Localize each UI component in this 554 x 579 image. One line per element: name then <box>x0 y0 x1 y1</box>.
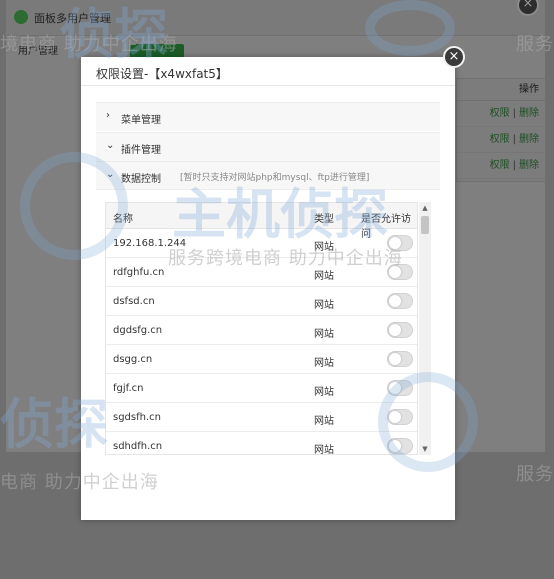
delete-link[interactable]: 删除 <box>519 108 539 119</box>
site-name: dsfsd.cn <box>113 296 155 307</box>
section-label: 数据控制 <box>121 174 161 185</box>
dialog-close-icon[interactable]: × <box>443 46 465 68</box>
table-scrollbar[interactable]: ▲ ▼ <box>419 202 431 455</box>
table-row: fgjf.cn 网站 <box>106 374 417 403</box>
allow-access-toggle[interactable] <box>387 351 413 367</box>
panel-logo-icon <box>14 10 28 24</box>
section-label: 插件管理 <box>121 145 161 156</box>
section-label: 菜单管理 <box>121 115 161 126</box>
column-header-type: 类型 <box>314 214 334 225</box>
permission-settings-dialog: 权限设置-【x4wxfat5】 › 菜单管理 ⌄ 插件管理 ⌄ 数据控制 [暂时… <box>81 57 455 520</box>
chevron-down-icon: ⌄ <box>106 140 115 151</box>
section-hint: [暂时只支持对网站php和mysql、ftp进行管理] <box>180 173 370 183</box>
table-header-action: 操作 <box>457 79 545 101</box>
table-row: 192.168.1.244 网站 <box>106 229 417 258</box>
toggle-knob <box>389 353 401 365</box>
allow-access-toggle[interactable] <box>387 235 413 251</box>
toggle-knob <box>389 411 401 423</box>
table-row: 权限 | 删除 <box>457 153 545 179</box>
site-type: 网站 <box>314 416 334 427</box>
site-type: 网站 <box>314 242 334 253</box>
link-separator: | <box>512 160 516 171</box>
column-header-name: 名称 <box>113 214 133 225</box>
table-row: 权限 | 删除 <box>457 101 545 127</box>
allow-access-toggle[interactable] <box>387 293 413 309</box>
allow-access-toggle[interactable] <box>387 409 413 425</box>
allow-access-toggle[interactable] <box>387 322 413 338</box>
permission-link[interactable]: 权限 <box>490 160 510 171</box>
site-type: 网站 <box>314 300 334 311</box>
site-name: dgdsfg.cn <box>113 325 163 336</box>
table-row: rdfghfu.cn 网站 <box>106 258 417 287</box>
title-divider <box>81 85 455 86</box>
toggle-knob <box>389 324 401 336</box>
scroll-thumb[interactable] <box>421 216 429 234</box>
site-type: 网站 <box>314 387 334 398</box>
toggle-knob <box>389 237 401 249</box>
chevron-down-icon: ⌄ <box>106 169 115 180</box>
chevron-right-icon: › <box>106 110 110 121</box>
table-header: 名称 类型 是否允许访问 <box>106 203 417 240</box>
link-separator: | <box>512 108 516 119</box>
dialog-title: 权限设置-【x4wxfat5】 <box>96 67 228 81</box>
site-type: 网站 <box>314 271 334 282</box>
watermark-edge: 服务 <box>516 464 554 485</box>
site-name: fgjf.cn <box>113 383 144 394</box>
site-name: sgdsfh.cn <box>113 412 161 423</box>
permission-link[interactable]: 权限 <box>490 108 510 119</box>
site-name: rdfghfu.cn <box>113 267 165 278</box>
table-row: sgdsfh.cn 网站 <box>106 403 417 432</box>
site-name: sdhdfh.cn <box>113 441 163 452</box>
toggle-knob <box>389 266 401 278</box>
toggle-knob <box>389 440 401 452</box>
permission-link[interactable]: 权限 <box>490 134 510 145</box>
allow-access-toggle[interactable] <box>387 264 413 280</box>
table-row: dgdsfg.cn 网站 <box>106 316 417 345</box>
background-titlebar: 面板多用户管理 <box>6 0 545 36</box>
delete-link[interactable]: 删除 <box>519 160 539 171</box>
site-name: 192.168.1.244 <box>113 238 187 249</box>
background-window-title: 面板多用户管理 <box>34 12 111 25</box>
link-separator: | <box>512 134 516 145</box>
scroll-down-arrow-icon[interactable]: ▼ <box>419 443 431 455</box>
site-name: dsgg.cn <box>113 354 153 365</box>
site-access-table: 名称 类型 是否允许访问 192.168.1.244 网站 rdfghfu.cn… <box>105 202 418 455</box>
delete-link[interactable]: 删除 <box>519 134 539 145</box>
section-menu-management[interactable]: › 菜单管理 <box>96 102 440 131</box>
toggle-knob <box>389 382 401 394</box>
toggle-knob <box>389 295 401 307</box>
table-row: 权限 | 删除 <box>457 127 545 153</box>
section-plugin-management[interactable]: ⌄ 插件管理 <box>96 132 440 161</box>
table-row: dsfsd.cn 网站 <box>106 287 417 316</box>
scroll-up-arrow-icon[interactable]: ▲ <box>419 202 431 214</box>
table-row: dsgg.cn 网站 <box>106 345 417 374</box>
section-data-control[interactable]: ⌄ 数据控制 [暂时只支持对网站php和mysql、ftp进行管理] <box>96 161 440 190</box>
table-row: sdhdfh.cn 网站 <box>106 432 417 455</box>
site-type: 网站 <box>314 329 334 340</box>
site-type: 网站 <box>314 358 334 369</box>
background-user-table: 操作 权限 | 删除 权限 | 删除 权限 | 删除 <box>456 78 546 182</box>
allow-access-toggle[interactable] <box>387 380 413 396</box>
site-type: 网站 <box>314 445 334 455</box>
allow-access-toggle[interactable] <box>387 438 413 454</box>
tab-user-management[interactable]: 用户管理 <box>18 42 58 57</box>
